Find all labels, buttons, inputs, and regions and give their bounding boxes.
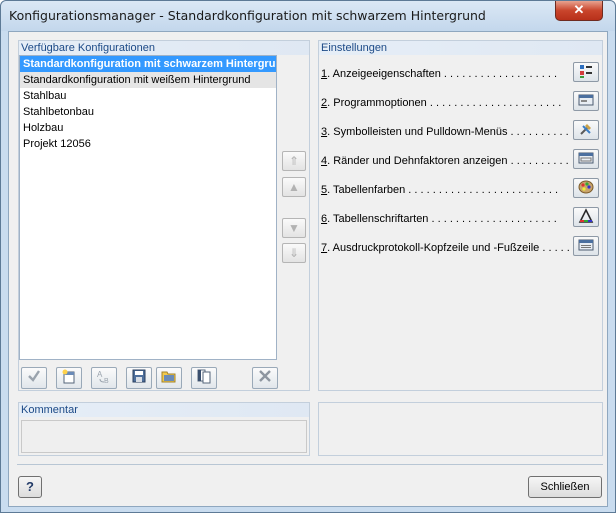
move-top-button[interactable]: ⇑ bbox=[282, 151, 306, 171]
delete-icon bbox=[259, 370, 271, 382]
available-configurations-panel: Verfügbare Konfigurationen Standardkonfi… bbox=[18, 40, 310, 391]
setting-label: . Symbolleisten und Pulldown-Menüs . . .… bbox=[327, 126, 571, 138]
list-item[interactable]: Projekt 12056 bbox=[20, 136, 276, 152]
available-configurations-header: Verfügbare Konfigurationen bbox=[19, 41, 309, 55]
rename-config-button[interactable]: AB bbox=[91, 367, 117, 389]
toolbars-icon bbox=[580, 124, 591, 135]
list-item[interactable]: Standardkonfiguration mit schwarzem Hint… bbox=[20, 56, 276, 72]
down-arrow-icon: ▼ bbox=[288, 221, 300, 235]
help-icon: ? bbox=[26, 479, 34, 494]
setting-label: . Tabellenschriftarten . . . . . . . . .… bbox=[327, 213, 557, 225]
window-title: Konfigurationsmanager - Standardkonfigur… bbox=[9, 8, 486, 23]
setting-label: . Programmoptionen . . . . . . . . . . .… bbox=[327, 97, 562, 109]
dialog-client: Verfügbare Konfigurationen Standardkonfi… bbox=[8, 31, 608, 507]
toolbars-button[interactable] bbox=[573, 120, 599, 140]
setting-program-options[interactable]: 2. Programmoptionen . . . . . . . . . . … bbox=[321, 95, 571, 111]
close-dialog-button[interactable]: Schließen bbox=[528, 476, 602, 498]
setting-label: . Ränder und Dehnfaktoren anzeigen . . .… bbox=[327, 155, 569, 167]
setting-toolbars-menus[interactable]: 3. Symbolleisten und Pulldown-Menüs . . … bbox=[321, 124, 571, 140]
save-icon bbox=[132, 369, 146, 383]
double-up-arrow-icon: ⇑ bbox=[288, 154, 300, 168]
printout-header-button[interactable] bbox=[573, 236, 599, 256]
setting-margins-stretch[interactable]: 4. Ränder und Dehnfaktoren anzeigen . . … bbox=[321, 153, 571, 169]
setting-printout-header-footer[interactable]: 7. Ausdruckprotokoll-Kopfzeile und -Fußz… bbox=[321, 240, 571, 256]
open-folder-icon bbox=[161, 371, 176, 383]
apply-config-button[interactable] bbox=[21, 367, 47, 389]
open-config-button[interactable] bbox=[156, 367, 182, 389]
title-bar: Konfigurationsmanager - Standardkonfigur… bbox=[1, 1, 615, 31]
comment-field[interactable] bbox=[21, 420, 307, 453]
window-close-button[interactable]: ✕ bbox=[555, 1, 603, 21]
program-options-icon bbox=[578, 94, 594, 106]
configuration-list[interactable]: Standardkonfiguration mit schwarzem Hint… bbox=[19, 55, 277, 360]
table-fonts-icon bbox=[578, 208, 594, 223]
setting-label: . Tabellenfarben . . . . . . . . . . . .… bbox=[327, 184, 559, 196]
svg-text:A: A bbox=[97, 370, 103, 379]
setting-table-fonts[interactable]: 6. Tabellenschriftarten . . . . . . . . … bbox=[321, 211, 571, 227]
save-config-button[interactable] bbox=[126, 367, 152, 389]
list-item[interactable]: Holzbau bbox=[20, 120, 276, 136]
list-item[interactable]: Stahlbetonbau bbox=[20, 104, 276, 120]
comment-panel: Kommentar bbox=[18, 402, 310, 456]
checkmark-icon bbox=[28, 370, 40, 382]
close-icon: ✕ bbox=[573, 2, 585, 17]
table-colors-icon bbox=[578, 180, 594, 194]
table-fonts-button[interactable] bbox=[573, 207, 599, 227]
list-item[interactable]: Standardkonfiguration mit weißem Hinterg… bbox=[20, 72, 276, 88]
double-down-arrow-icon: ⇓ bbox=[288, 246, 300, 260]
move-up-button[interactable]: ▲ bbox=[282, 177, 306, 197]
margins-icon bbox=[578, 152, 594, 164]
help-button[interactable]: ? bbox=[18, 476, 42, 498]
setting-label: . Anzeigeeigenschaften . . . . . . . . .… bbox=[327, 68, 558, 80]
footer-divider bbox=[17, 464, 603, 465]
display-properties-icon bbox=[580, 65, 592, 78]
move-down-button[interactable]: ▼ bbox=[282, 218, 306, 238]
delete-config-button[interactable] bbox=[252, 367, 278, 389]
copy-config-button[interactable] bbox=[191, 367, 217, 389]
setting-table-colors[interactable]: 5. Tabellenfarben . . . . . . . . . . . … bbox=[321, 182, 571, 198]
program-options-button[interactable] bbox=[573, 91, 599, 111]
rename-icon: AB bbox=[97, 370, 109, 385]
printout-header-icon bbox=[578, 239, 594, 251]
move-bottom-button[interactable]: ⇓ bbox=[282, 243, 306, 263]
config-manager-window: Konfigurationsmanager - Standardkonfigur… bbox=[0, 0, 616, 513]
settings-panel: Einstellungen 1. Anzeigeeigenschaften . … bbox=[318, 40, 603, 391]
up-arrow-icon: ▲ bbox=[288, 180, 300, 194]
setting-display-properties[interactable]: 1. Anzeigeeigenschaften . . . . . . . . … bbox=[321, 66, 571, 82]
setting-label: . Ausdruckprotokoll-Kopfzeile und -Fußze… bbox=[327, 242, 571, 254]
svg-text:B: B bbox=[104, 378, 109, 384]
margins-button[interactable] bbox=[573, 149, 599, 169]
new-config-icon bbox=[62, 369, 75, 384]
comment-side-panel bbox=[318, 402, 603, 456]
display-properties-button[interactable] bbox=[573, 62, 599, 82]
copy-icon bbox=[197, 369, 211, 384]
table-colors-button[interactable] bbox=[573, 178, 599, 198]
comment-header: Kommentar bbox=[19, 403, 309, 417]
list-item[interactable]: Stahlbau bbox=[20, 88, 276, 104]
new-config-button[interactable] bbox=[56, 367, 82, 389]
settings-header: Einstellungen bbox=[319, 41, 602, 55]
